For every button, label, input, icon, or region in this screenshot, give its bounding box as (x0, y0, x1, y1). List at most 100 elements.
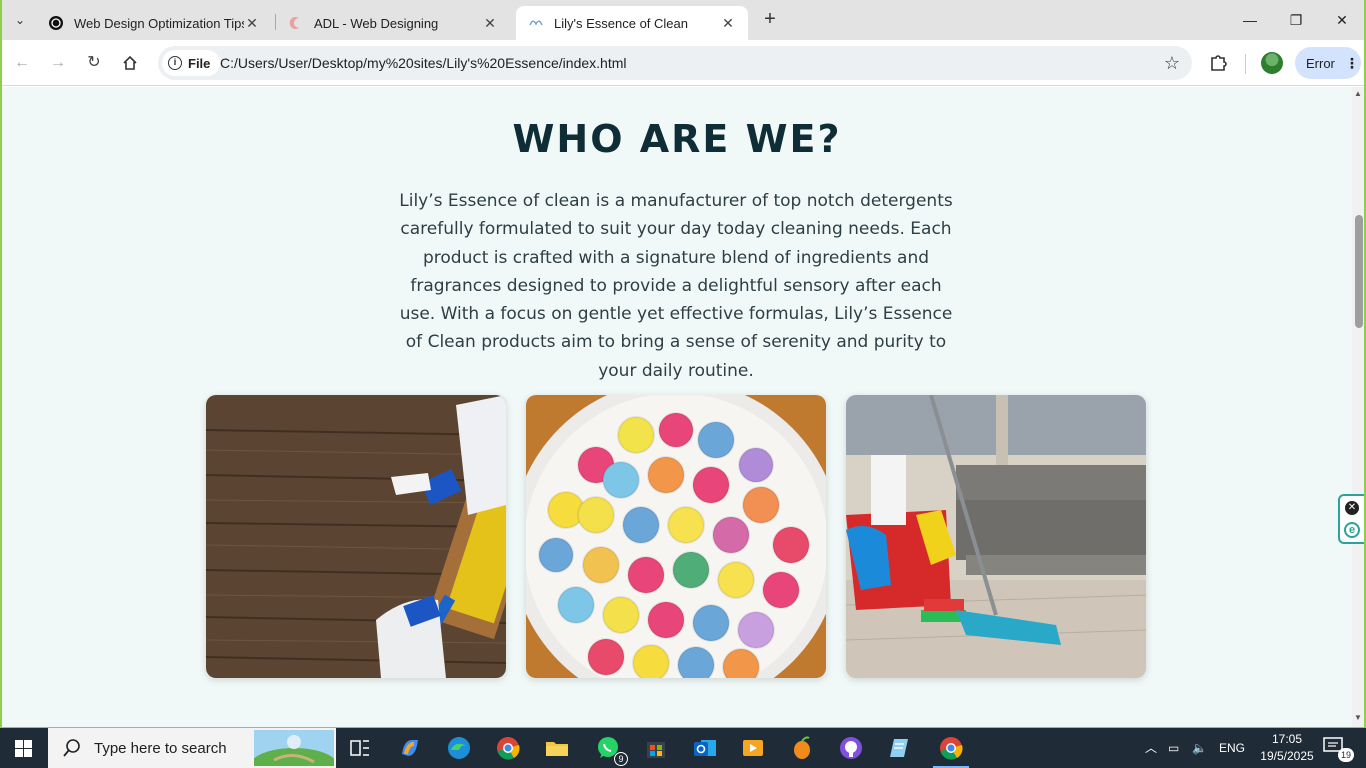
edge-button[interactable] (445, 734, 473, 762)
folder-icon (546, 742, 568, 756)
site-info-chip[interactable]: i File (162, 50, 221, 76)
whatsapp-button[interactable]: 9 (594, 734, 628, 766)
reload-button[interactable]: ↻ (82, 51, 106, 75)
image-spray-bottles (206, 395, 506, 678)
bookmark-star-icon[interactable]: ☆ (1164, 53, 1180, 74)
browser-toolbar: ← → ↻ i File C:/Users/User/Desktop/my%20… (2, 40, 1364, 86)
lily-icon (528, 15, 544, 31)
url-text[interactable]: C:/Users/User/Desktop/my%20sites/Lily's%… (220, 55, 627, 71)
tab-title: Lily's Essence of Clean (554, 15, 688, 31)
copilot-icon (402, 740, 418, 756)
media-player-button[interactable] (739, 734, 767, 762)
extension-e-icon[interactable]: e (1344, 522, 1360, 538)
browser-window: ⌄ Web Design Optimization Tips ✕ ADL - W… (2, 0, 1364, 727)
error-label: Error (1306, 55, 1335, 71)
page-heading: WHO ARE WE? (512, 117, 842, 161)
back-button[interactable]: ← (10, 51, 34, 75)
more-menu-icon: ⋮ (1344, 54, 1359, 71)
windows-logo-icon (15, 740, 32, 757)
notepad-button[interactable] (886, 734, 914, 762)
show-hidden-icons-button[interactable]: ︿ (1145, 728, 1157, 768)
home-icon (123, 55, 137, 70)
start-button[interactable] (0, 728, 48, 768)
chevron-down-icon: ⌄ (14, 13, 26, 27)
windows-taskbar: Type here to search 9 ︿ ▭ 🔈 ENG 17:05 19… (0, 728, 1366, 768)
store-icon (647, 742, 665, 758)
scroll-up-arrow-icon[interactable]: ▲ (1354, 89, 1362, 98)
notification-count-badge: 19 (1338, 748, 1354, 762)
clock[interactable]: 17:05 19/5/2025 (1252, 731, 1322, 765)
search-placeholder: Type here to search (94, 739, 227, 757)
edge-icon (448, 737, 470, 759)
outlook-button[interactable] (691, 734, 719, 762)
tab-adl-web-designing[interactable]: ADL - Web Designing ✕ (276, 6, 510, 40)
info-icon: i (168, 56, 182, 70)
page-viewport: WHO ARE WE? Lily’s Essence of clean is a… (2, 87, 1352, 727)
close-window-button[interactable]: ✕ (1328, 8, 1356, 32)
profile-avatar[interactable] (1261, 52, 1283, 74)
task-view-button[interactable] (346, 734, 374, 762)
tab-title: ADL - Web Designing (314, 15, 439, 31)
close-icon: ✕ (1336, 12, 1348, 28)
tab-title: Web Design Optimization Tips (74, 15, 244, 31)
profile-error-button[interactable]: Error ⋮ (1295, 47, 1361, 79)
tab-strip: ⌄ Web Design Optimization Tips ✕ ADL - W… (2, 0, 1364, 40)
language-indicator[interactable]: ENG (1219, 728, 1245, 768)
volume-icon[interactable]: 🔈 (1192, 728, 1207, 768)
github-button[interactable] (837, 734, 865, 762)
image-cleaning-tablets (526, 395, 826, 678)
restore-icon: ❐ (1289, 12, 1303, 28)
tab-lilys-essence[interactable]: Lily's Essence of Clean ✕ (516, 6, 748, 40)
search-icon (63, 739, 80, 757)
extension-side-widget[interactable]: ✕ e (1338, 494, 1364, 544)
close-icon[interactable]: ✕ (720, 15, 736, 32)
arrow-left-icon: ← (14, 54, 30, 71)
new-tab-button[interactable]: + (758, 8, 782, 32)
search-highlight-image (254, 730, 334, 766)
tab-web-design-tips[interactable]: Web Design Optimization Tips ✕ (36, 6, 272, 40)
close-icon[interactable]: ✕ (244, 15, 260, 32)
fl-studio-button[interactable] (788, 734, 816, 762)
file-explorer-button[interactable] (543, 734, 571, 762)
chrome-icon (497, 737, 520, 760)
extensions-button[interactable] (1208, 51, 1230, 73)
restore-button[interactable]: ❐ (1282, 8, 1310, 32)
notepad-icon (890, 739, 908, 757)
toolbar-divider (1245, 54, 1246, 74)
taskbar-search[interactable]: Type here to search (48, 728, 336, 768)
scroll-down-arrow-icon[interactable]: ▼ (1354, 713, 1362, 722)
chrome-button[interactable] (494, 734, 522, 762)
chrome-icon (940, 737, 963, 760)
notification-badge: 9 (614, 752, 628, 766)
notification-center-button[interactable]: 19 (1322, 736, 1354, 762)
tab-search-button[interactable]: ⌄ (8, 8, 32, 32)
copilot-button[interactable] (396, 734, 424, 762)
minimize-icon: — (1243, 12, 1257, 28)
chrome-active-button[interactable] (933, 734, 969, 768)
chatgpt-icon (48, 15, 64, 31)
arrow-right-icon: → (50, 54, 66, 71)
page-scrollbar[interactable] (1352, 87, 1364, 727)
close-icon[interactable]: ✕ (1345, 501, 1359, 515)
adl-icon (288, 15, 304, 31)
scrollbar-thumb[interactable] (1355, 215, 1363, 328)
reload-icon: ↻ (87, 54, 101, 71)
forward-button[interactable]: → (46, 51, 70, 75)
puzzle-icon (1211, 55, 1227, 71)
close-icon[interactable]: ✕ (482, 15, 498, 32)
video-icon (743, 740, 763, 756)
store-button[interactable] (642, 734, 670, 762)
minimize-button[interactable]: — (1236, 8, 1264, 32)
clock-date: 19/5/2025 (1260, 749, 1314, 763)
fruit-icon (794, 736, 810, 759)
github-icon (840, 737, 862, 759)
home-button[interactable] (118, 51, 142, 75)
address-bar[interactable]: i File C:/Users/User/Desktop/my%20sites/… (158, 46, 1192, 80)
task-view-icon (350, 740, 369, 756)
site-info-label: File (188, 55, 211, 71)
battery-icon[interactable]: ▭ (1168, 728, 1179, 768)
outlook-icon (694, 740, 716, 756)
about-paragraph: Lily’s Essence of clean is a manufacture… (399, 191, 953, 381)
image-cleaning-bucket (846, 395, 1146, 678)
plus-icon: + (764, 8, 776, 30)
